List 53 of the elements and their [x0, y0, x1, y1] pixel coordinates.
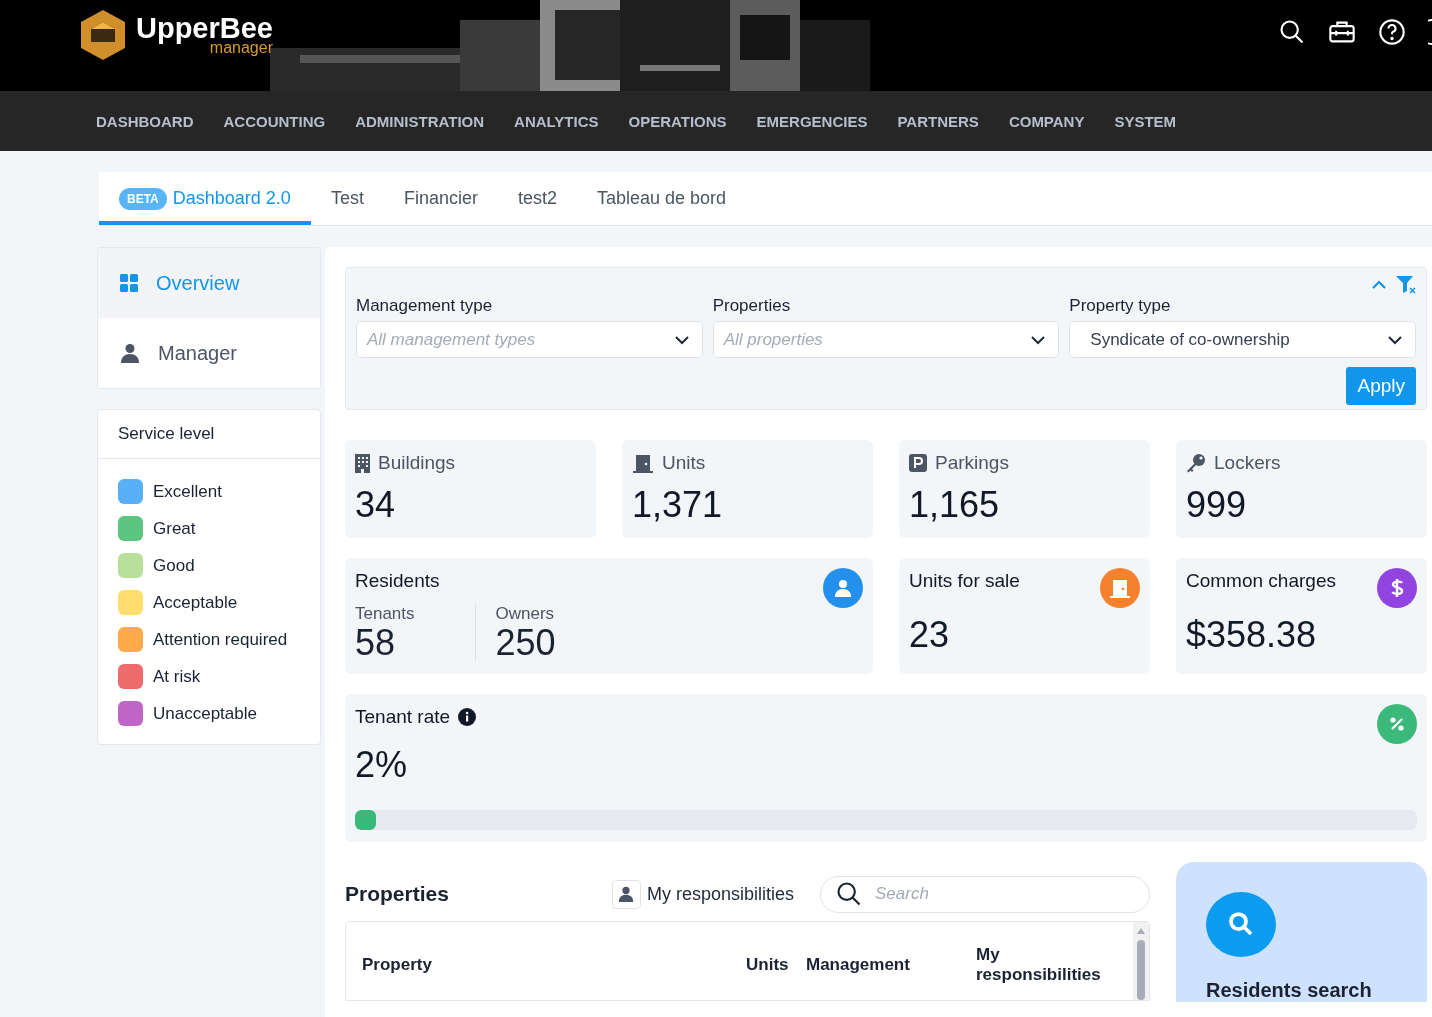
legend-label: Excellent: [153, 481, 222, 502]
nav-link[interactable]: DASHBOARD: [96, 112, 194, 130]
stat-label: Buildings: [378, 452, 456, 474]
field-label: Properties: [712, 296, 792, 316]
tab[interactable]: Financier: [383, 172, 498, 225]
column-header[interactable]: My responsibilities: [960, 921, 1110, 998]
legend-label: Acceptable: [153, 592, 238, 613]
legend-label: At risk: [153, 666, 201, 687]
section-title: Properties: [345, 882, 450, 907]
stat-value: 1,371: [632, 484, 724, 526]
beta-badge: BETA: [119, 187, 167, 210]
stat-label: Units: [662, 452, 706, 474]
stat-value: $358.38: [1186, 614, 1318, 656]
stat-value: 23: [909, 614, 951, 656]
column-header[interactable]: Units: [730, 921, 790, 998]
stat-value: 1,165: [909, 484, 1001, 526]
nav-link[interactable]: PARTNERS: [897, 112, 979, 130]
stat-value: 999: [1186, 484, 1248, 526]
nav-link[interactable]: ACCOUNTING: [223, 112, 326, 130]
card-title: Service level: [98, 410, 320, 459]
legend-label: Attention required: [153, 629, 288, 650]
card-title: Residents: [355, 570, 440, 592]
tab[interactable]: test2: [497, 172, 577, 225]
tab[interactable]: Test: [310, 172, 384, 225]
tab[interactable]: Tableau de bord: [576, 172, 747, 225]
stat-value: 34: [355, 484, 397, 526]
card-title: Units for sale: [909, 570, 1020, 592]
legend-label: Great: [153, 518, 196, 539]
legend-label: Unacceptable: [153, 703, 257, 724]
my-responsibilities-toggle[interactable]: My responsibilities: [605, 878, 800, 910]
residents-search-card[interactable]: Residents search: [1176, 861, 1427, 1002]
card-title: Common charges: [1186, 570, 1336, 592]
stat-value: 250: [495, 624, 556, 662]
field-label: Management type: [356, 296, 494, 316]
stat-label: Owners: [495, 604, 556, 624]
stat-label: Lockers: [1214, 452, 1281, 474]
nav-link[interactable]: EMERGENCIES: [756, 112, 868, 130]
nav-link[interactable]: ADMINISTRATION: [355, 112, 485, 130]
card-title: Tenant rate: [355, 705, 451, 728]
nav-link[interactable]: COMPANY: [1008, 112, 1085, 130]
legend-label: Good: [153, 555, 195, 576]
field-label: Property type: [1069, 296, 1172, 316]
column-header[interactable]: Property: [346, 921, 730, 998]
card-title: Residents search: [1206, 978, 1373, 1002]
stat-value: 2%: [355, 743, 409, 786]
nav-link[interactable]: OPERATIONS: [628, 112, 727, 130]
select-field[interactable]: Syndicate of co-ownership: [1069, 321, 1416, 358]
nav-link[interactable]: SYSTEM: [1114, 112, 1177, 130]
stat-label: Parkings: [935, 452, 1009, 474]
stat-label: Tenants: [355, 604, 415, 624]
stat-value: 58: [355, 624, 397, 662]
nav-link[interactable]: ANALYTICS: [514, 112, 599, 130]
column-header[interactable]: Management: [790, 921, 960, 998]
